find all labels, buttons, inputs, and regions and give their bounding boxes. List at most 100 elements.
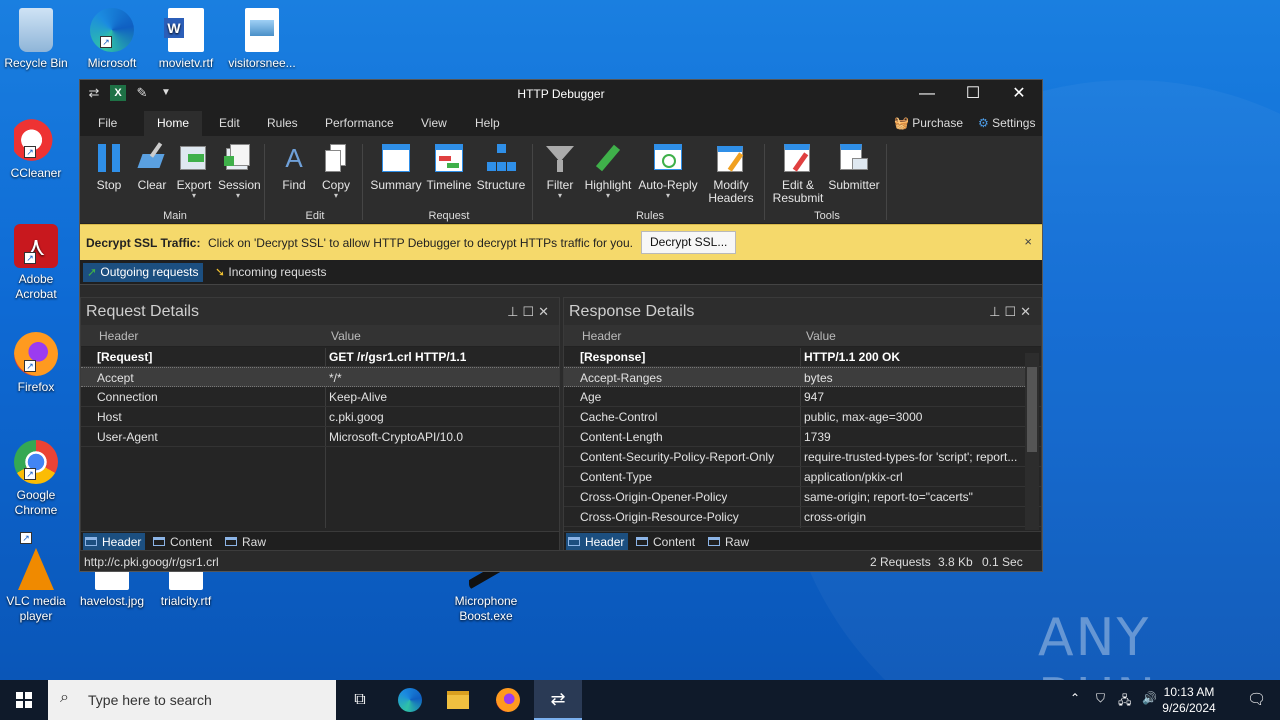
tab-outgoing-requests[interactable]: ➚ Outgoing requests [83,263,204,282]
table-row[interactable]: Cross-Origin-Resource-Policy cross-origin [564,507,1041,527]
separator [532,144,533,220]
incoming-arrow-icon: ➘ [215,265,226,279]
notifications-icon[interactable]: 🗨 [1247,690,1266,708]
security-icon[interactable]: ⛉ [1096,691,1105,706]
acrobat-icon: ⋏ ↗ [14,224,58,268]
maximize-button[interactable]: ☐ [950,80,996,108]
header-tab-icon [85,537,97,547]
status-requests: 2 Requests [870,555,931,569]
timeline-button[interactable]: Timeline [426,142,472,192]
summary-button[interactable]: Summary [370,142,422,192]
tab-edit[interactable]: Edit [209,111,250,136]
chevron-up-icon[interactable]: ⌃ [1070,691,1080,705]
desktop-icon-vlc[interactable]: ↗ VLC media player [0,532,74,624]
table-row[interactable]: Content-Type application/pkix-crl [564,467,1041,487]
status-bar: http://c.pki.goog/r/gsr1.crl 2 Requests … [80,550,1042,571]
windows-icon [16,692,32,708]
title-bar: ⇄ X ✎ ▼ HTTP Debugger — ☐ ✕ [80,80,1042,108]
request-direction-tabs: ➚ Outgoing requests ➘ Incoming requests [80,260,1042,285]
modify-headers-button[interactable]: Modify Headers [704,142,758,205]
structure-button[interactable]: Structure [476,142,526,192]
desktop-icon-firefox[interactable]: ↗ Firefox [0,332,74,395]
group-tools: Tools [814,210,840,222]
ribbon-tabs: File Home Edit Rules Performance View He… [80,108,1042,136]
edit-resubmit-icon [782,142,814,174]
scrollbar-thumb[interactable] [1027,367,1037,452]
tab-header[interactable]: Header [83,533,146,551]
edit-resubmit-button[interactable]: Edit & Resubmit [770,142,826,205]
find-button[interactable]: A Find [274,142,314,192]
tab-home[interactable]: Home [144,111,203,136]
ssl-message: Click on 'Decrypt SSL' to allow HTTP Deb… [208,236,633,250]
tab-content[interactable]: Content [151,533,216,551]
tab-file[interactable]: File [88,111,127,136]
close-icon[interactable]: × [1024,234,1032,249]
broom-icon [136,142,168,174]
clock[interactable]: 10:13 AM 9/26/2024 [1154,684,1224,716]
tab-help[interactable]: Help [465,111,510,136]
header-tab-icon [568,537,580,547]
export-button[interactable]: Export ▾ [176,142,212,200]
decrypt-ssl-button[interactable]: Decrypt SSL... [641,231,737,254]
copy-icon [320,142,352,174]
tab-performance[interactable]: Performance [315,111,404,136]
close-button[interactable]: ✕ [996,80,1042,108]
window-title: HTTP Debugger [517,87,605,101]
table-row[interactable]: [Request] GET /r/gsr1.crl HTTP/1.1 [81,347,559,367]
table-row[interactable]: [Response] HTTP/1.1 200 OK [564,347,1041,367]
summary-icon [380,142,412,174]
desktop-icon-movietv[interactable]: W movietv.rtf [148,8,224,71]
desktop-icon-visitorsnee[interactable]: visitorsnee... [224,8,300,71]
tab-raw[interactable]: Raw [706,533,753,551]
auto-reply-icon [652,142,684,174]
response-details-panel: Response Details ⊥☐✕ Header Value [Respon… [563,297,1042,553]
tab-view[interactable]: View [411,111,457,136]
search-input[interactable]: ⌕ Type here to search [48,680,336,720]
submitter-button[interactable]: Submitter [826,142,882,192]
table-row[interactable]: Connection Keep-Alive [81,387,559,407]
stop-button[interactable]: Stop [92,142,126,192]
table-row[interactable]: User-Agent Microsoft-CryptoAPI/10.0 [81,427,559,447]
table-row[interactable]: Accept-Ranges bytes [564,367,1025,387]
file-explorer-icon[interactable] [434,680,482,720]
settings-link[interactable]: ⚙ Settings [978,111,1035,136]
filter-button[interactable]: Filter ▾ [540,142,580,200]
http-debugger-taskbar-icon[interactable]: ⇄ [534,680,582,720]
network-icon[interactable]: 🖧 [1118,691,1131,712]
table-row[interactable]: Accept */* [81,367,559,387]
tab-header[interactable]: Header [566,533,629,551]
clear-button[interactable]: Clear [134,142,170,192]
desktop-icon-recycle-bin[interactable]: Recycle Bin [0,8,74,71]
tab-rules[interactable]: Rules [257,111,308,136]
tab-incoming-requests[interactable]: ➘ Incoming requests [211,263,331,282]
firefox-taskbar-icon[interactable] [484,680,532,720]
group-edit: Edit [305,210,325,222]
basket-icon: 🧺 [894,116,909,130]
table-row[interactable]: Age 947 [564,387,1041,407]
table-row[interactable]: Content-Security-Policy-Report-Only requi… [564,447,1041,467]
panel-controls[interactable]: ⊥☐✕ [989,298,1035,325]
task-view-icon[interactable]: ⧉ [336,680,384,720]
desktop-icon-ccleaner[interactable]: ↗ CCleaner [0,118,74,181]
highlight-button[interactable]: Highlight ▾ [582,142,634,200]
table-row[interactable]: Cache-Control public, max-age=3000 [564,407,1041,427]
table-row[interactable]: Cross-Origin-Opener-Policy same-origin; r… [564,487,1041,507]
table-row[interactable]: Host c.pki.goog [81,407,559,427]
desktop-icon-microsoft-edge[interactable]: ↗ Microsoft Edge [74,8,150,71]
start-button[interactable] [0,680,48,720]
vertical-scrollbar[interactable] [1025,353,1039,530]
table-row[interactable]: Content-Length 1739 [564,427,1041,447]
group-main: Main [163,210,187,222]
session-button[interactable]: Session ▾ [218,142,261,200]
tab-raw[interactable]: Raw [223,533,270,551]
ribbon: Stop Clear Export ▾ Session ▾ A Find Copy ▾ … [80,136,1042,224]
edge-taskbar-icon[interactable] [386,680,434,720]
panel-controls[interactable]: ⊥☐✕ [507,298,553,325]
minimize-button[interactable]: — [904,80,950,108]
tab-content[interactable]: Content [634,533,699,551]
copy-button[interactable]: Copy ▾ [318,142,354,200]
auto-reply-button[interactable]: Auto-Reply ▾ [636,142,700,200]
desktop-icon-adobe-acrobat[interactable]: ⋏ ↗ Adobe Acrobat [0,224,74,302]
desktop-icon-google-chrome[interactable]: ↗ Google Chrome [0,440,74,518]
purchase-link[interactable]: 🧺 Purchase [894,111,963,136]
